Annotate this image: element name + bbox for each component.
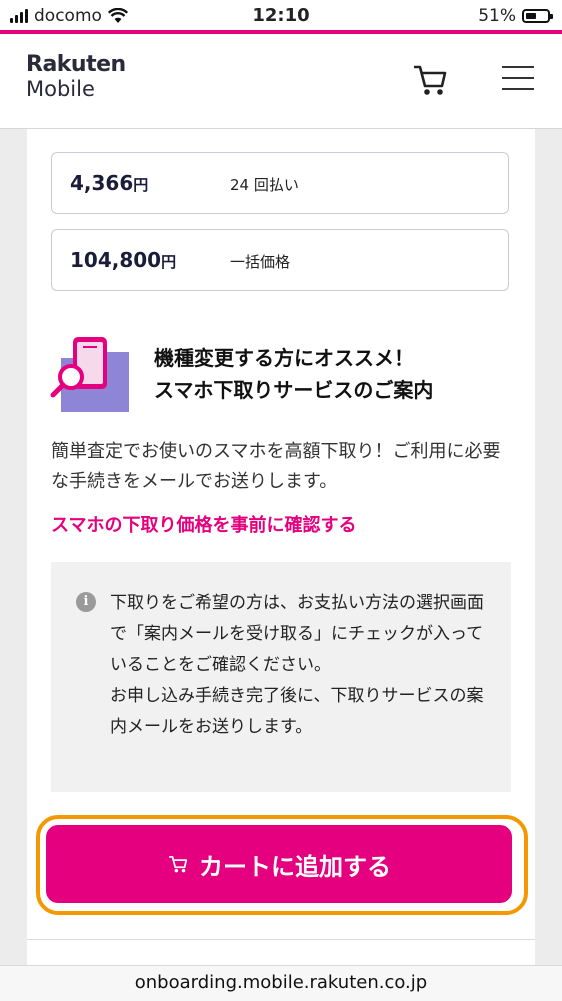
price-unit: 円 — [161, 253, 177, 271]
price-description: 一括価格 — [230, 253, 291, 271]
price-value: 4,366 — [70, 171, 134, 195]
cart-icon — [169, 855, 188, 873]
logo-line1: Rakuten — [26, 52, 126, 77]
price-unit: 円 — [133, 176, 149, 194]
info-icon: i — [76, 592, 96, 612]
price-amount: 4,366円 — [70, 171, 148, 195]
price-option-installment[interactable]: 4,366円 24 回払い — [51, 152, 509, 214]
menu-bar — [502, 88, 534, 90]
tradein-notice-box: i 下取りをご希望の方は、お支払い方法の選択画面で「案内メールを受け取る」にチェ… — [51, 562, 511, 792]
status-right: 51% — [478, 6, 553, 26]
add-to-cart-button[interactable]: カートに追加する — [46, 825, 512, 903]
browser-url-bar[interactable]: onboarding.mobile.rakuten.co.jp — [0, 965, 562, 1001]
rakuten-mobile-logo[interactable]: Rakuten Mobile — [26, 54, 126, 100]
battery-icon — [522, 9, 553, 23]
hamburger-menu-button[interactable] — [502, 66, 534, 96]
tradein-description: 簡単査定でお使いのスマホを高額下取り！ご利用に必要な手続きをメールでお送りします… — [51, 441, 501, 492]
cart-button[interactable] — [410, 62, 450, 98]
menu-bar — [502, 66, 534, 68]
price-description: 24 回払い — [230, 176, 299, 194]
battery-percent: 51% — [478, 6, 516, 26]
notice-paragraph: 下取りをご希望の方は、お支払い方法の選択画面で「案内メールを受け取る」にチェック… — [110, 593, 484, 675]
add-to-cart-label: カートに追加する — [199, 852, 391, 881]
status-bar: docomo 12:10 51% — [0, 0, 562, 30]
main-content: 4,366円 24 回払い 104,800円 一括価格 機種変更する方にオススメ… — [27, 129, 535, 965]
menu-bar — [502, 77, 534, 79]
price-option-lump-sum[interactable]: 104,800円 一括価格 — [51, 229, 509, 291]
site-header: Rakuten Mobile — [0, 34, 562, 129]
logo-line2: Mobile — [26, 77, 95, 101]
smartphone-tradein-illustration — [50, 337, 129, 412]
tradein-promo-title: 機種変更する方にオススメ！ スマホ下取りサービスのご案内 — [154, 342, 433, 406]
notice-paragraph: お申し込み手続き完了後に、下取りサービスの案内メールをお送りします。 — [110, 686, 484, 737]
notice-text: 下取りをご希望の方は、お支払い方法の選択画面で「案内メールを受け取る」にチェック… — [110, 588, 490, 743]
tradein-price-check-link[interactable]: スマホの下取り価格を事前に確認する — [51, 511, 356, 537]
cart-icon — [414, 65, 447, 95]
promo-title-line1: 機種変更する方にオススメ！ — [154, 346, 414, 370]
price-amount: 104,800円 — [70, 248, 176, 272]
price-value: 104,800 — [70, 248, 162, 272]
promo-title-line2: スマホ下取りサービスのご案内 — [154, 378, 434, 402]
section-divider — [27, 939, 535, 940]
